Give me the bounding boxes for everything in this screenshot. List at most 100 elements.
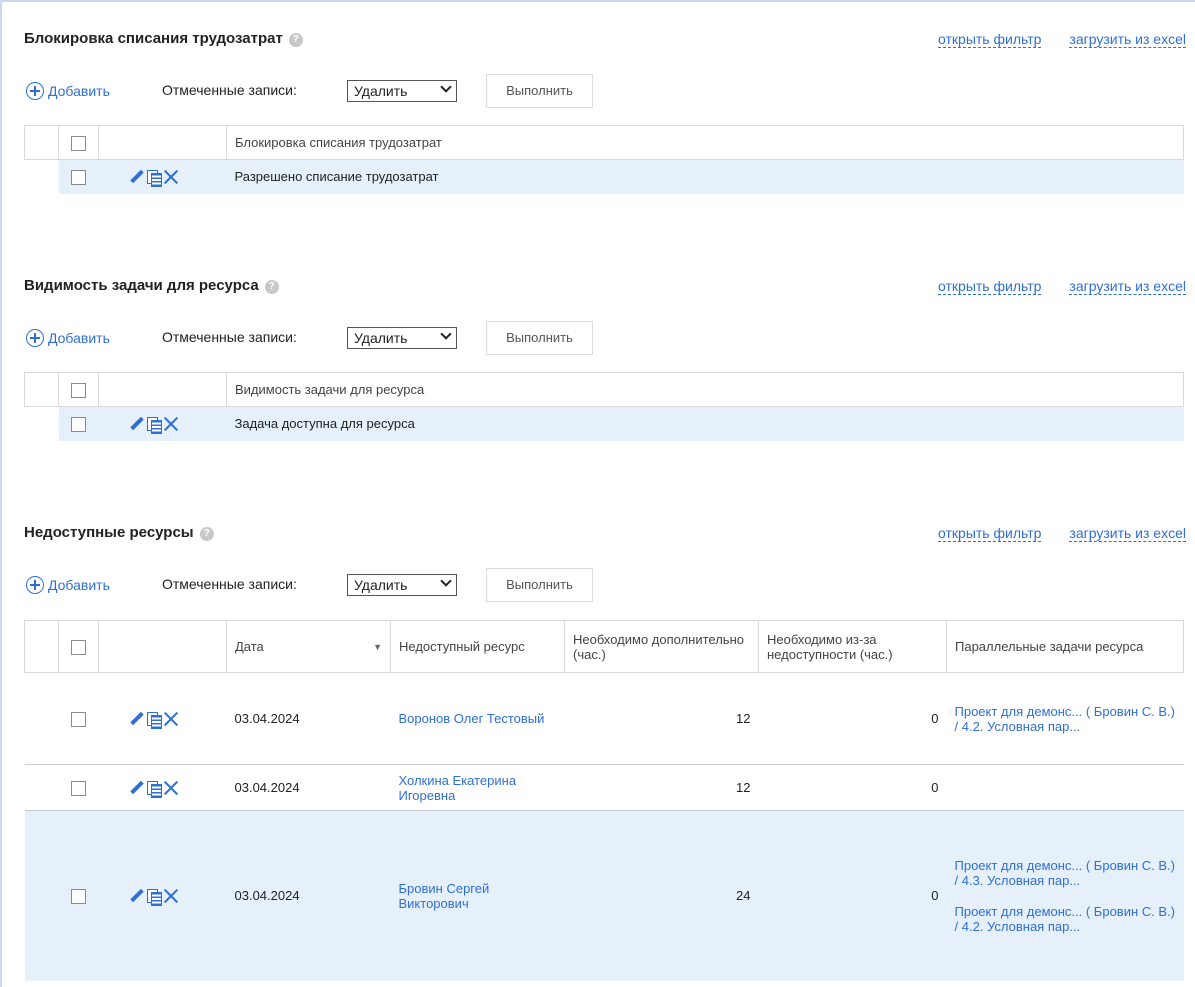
help-icon[interactable]: ? [288,33,303,47]
execute-button[interactable]: Выполнить [486,321,593,355]
section-title: Блокировка списания трудозатрат? [24,30,303,47]
delete-icon[interactable] [163,416,179,432]
column-header-date-label: Дата [235,639,264,654]
parallel-task-link[interactable]: Проект для демонс... ( Бровин С. В.) / 4… [955,858,1176,888]
delete-icon[interactable] [163,780,179,796]
row-actions [98,810,227,981]
copy-icon[interactable] [146,416,162,435]
copy-icon[interactable] [146,780,162,798]
copy-icon[interactable] [146,711,162,729]
column-header-parallel: Параллельные задачи ресурса [946,620,1184,673]
table-header: Блокировка списания трудозатрат [24,125,1184,160]
plus-circle-icon [26,576,44,594]
parallel-task-link[interactable]: Проект для демонс... ( Бровин С. В.) / 4… [955,904,1176,934]
row-checkbox[interactable] [71,169,86,185]
section-title-text: Блокировка списания трудозатрат [24,30,283,47]
action-select[interactable]: Удалить [347,80,457,102]
unavail-hours-cell: 0 [758,764,947,811]
add-label: Добавить [48,577,110,593]
action-select[interactable]: Удалить [347,327,457,349]
delete-icon[interactable] [163,711,179,727]
marked-records-label: Отмеченные записи: [162,576,297,592]
action-select-value: Удалить [354,330,408,346]
edit-icon[interactable] [129,888,145,904]
select-all-checkbox[interactable] [71,135,86,151]
section-unavailable-resources: Недоступные ресурсы? открыть фильтр загру… [24,524,1186,984]
delete-icon[interactable] [163,169,179,185]
chevron-down-icon [440,575,452,587]
sort-desc-icon[interactable]: ▼ [373,642,382,652]
add-label: Добавить [48,83,110,99]
add-button[interactable]: Добавить [26,82,110,100]
execute-button[interactable]: Выполнить [486,74,593,108]
row-checkbox[interactable] [71,711,86,727]
load-excel-link[interactable]: загрузить из excel [1069,278,1186,295]
resource-cell: Воронов Олег Тестовый [390,672,565,765]
resource-link[interactable]: Воронов Олег Тестовый [399,711,545,726]
resource-cell: Холкина Екатерина Игоревна [390,764,565,811]
toolbar: Добавить Отмеченные записи: Удалить Выпо… [24,74,724,108]
marked-records-label: Отмеченные записи: [162,82,297,98]
data-table: Блокировка списания трудозатрат Разрешен… [24,125,1184,194]
select-all-checkbox[interactable] [71,382,86,398]
edit-icon[interactable] [129,780,145,796]
marked-records-label: Отмеченные записи: [162,329,297,345]
header-spacer [24,125,59,160]
action-select-value: Удалить [354,83,408,99]
open-filter-link[interactable]: открыть фильтр [938,31,1042,48]
help-icon[interactable]: ? [264,280,279,294]
section-block-writeoff: Блокировка списания трудозатрат? открыть… [24,30,1186,200]
table-row[interactable]: Разрешено списание трудозатрат [24,159,1184,194]
row-value: Задача доступна для ресурса [226,406,1184,441]
add-label: Добавить [48,330,110,346]
unavail-hours-cell: 0 [758,810,947,981]
table-header: Видимость задачи для ресурса [24,372,1184,407]
action-select[interactable]: Удалить [347,574,457,596]
open-filter-link[interactable]: открыть фильтр [938,525,1042,542]
table-row[interactable]: 03.04.2024 Холкина Екатерина Игоревна 12… [24,764,1184,811]
chevron-down-icon [440,328,452,340]
row-checkbox-cell [58,159,99,194]
row-checkbox-cell [58,406,99,441]
edit-icon[interactable] [129,711,145,727]
table-row[interactable]: 03.04.2024 Воронов Олег Тестовый 12 0 Пр… [24,672,1184,765]
row-actions [98,406,227,441]
section-links: открыть фильтр загрузить из excel [910,525,1186,542]
row-spacer [24,810,59,981]
data-table: Видимость задачи для ресурса Задача дост… [24,372,1184,441]
column-header-date[interactable]: Дата ▼ [226,620,391,673]
help-icon[interactable]: ? [199,527,214,541]
row-checkbox[interactable] [71,780,86,796]
row-checkbox-cell [58,810,99,981]
copy-icon[interactable] [146,888,162,907]
table-row[interactable]: 03.04.2024 Бровин Сергей Викторович 24 0… [24,810,1184,981]
column-header-resource: Недоступный ресурс [390,620,565,673]
load-excel-link[interactable]: загрузить из excel [1069,31,1186,48]
table-row[interactable]: Задача доступна для ресурса [24,406,1184,441]
column-header: Видимость задачи для ресурса [226,372,1184,407]
chevron-down-icon [440,81,452,93]
delete-icon[interactable] [163,888,179,904]
row-checkbox-cell [58,672,99,765]
copy-icon[interactable] [146,169,162,188]
load-excel-link[interactable]: загрузить из excel [1069,525,1186,542]
resource-link[interactable]: Бровин Сергей Викторович [399,881,490,911]
resource-link[interactable]: Холкина Екатерина Игоревна [399,773,517,803]
open-filter-link[interactable]: открыть фильтр [938,278,1042,295]
toolbar: Добавить Отмеченные записи: Удалить Выпо… [24,321,724,355]
row-checkbox[interactable] [71,416,86,432]
row-actions [98,764,227,811]
select-all-checkbox[interactable] [71,639,86,655]
execute-button[interactable]: Выполнить [486,568,593,602]
add-button[interactable]: Добавить [26,329,110,347]
parallel-tasks-cell: Проект для демонс... ( Бровин С. В.) / 4… [946,672,1184,765]
parallel-task-link[interactable]: Проект для демонс... ( Бровин С. В.) / 4… [955,704,1175,734]
add-button[interactable]: Добавить [26,576,110,594]
plus-circle-icon [26,82,44,100]
edit-icon[interactable] [129,169,145,185]
edit-icon[interactable] [129,416,145,432]
section-title-text: Видимость задачи для ресурса [24,277,259,294]
section-title-text: Недоступные ресурсы [24,524,194,541]
unavail-hours-cell: 0 [758,672,947,765]
row-checkbox[interactable] [71,888,86,904]
